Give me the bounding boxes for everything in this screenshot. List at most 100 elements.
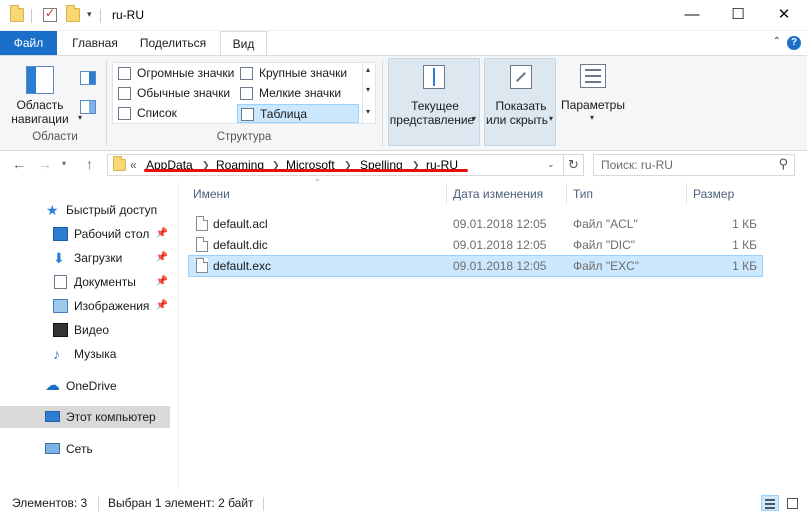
help-icon[interactable]: ?	[787, 36, 801, 50]
ribbon: Область навигации ▾ Области Огромные зна…	[0, 55, 807, 151]
tab-view[interactable]: Вид	[220, 31, 267, 56]
breadcrumb-ru-ru[interactable]: ru-RU	[426, 155, 458, 175]
address-bar[interactable]: « AppData ❯ Roaming ❯ Microsoft ❯ Spelli…	[107, 154, 564, 176]
column-divider[interactable]	[566, 183, 567, 205]
nav-network[interactable]: Сеть	[0, 438, 170, 460]
details-view-icon[interactable]	[761, 495, 779, 511]
folder-icon	[10, 5, 24, 22]
breadcrumb-chevron-icon[interactable]: ❯	[344, 155, 352, 175]
refresh-icon[interactable]: ↻	[564, 154, 584, 176]
nav-downloads[interactable]: ⬇ Загрузки 📌	[0, 247, 170, 269]
maximize-button[interactable]: ☐	[715, 0, 761, 31]
navigation-pane-button[interactable]: Область навигации ▾	[10, 62, 82, 130]
table-row[interactable]: default.dic 09.01.2018 12:05 Файл "DIC" …	[188, 234, 763, 256]
breadcrumb-microsoft[interactable]: Microsoft	[286, 155, 335, 175]
file-icon	[196, 237, 208, 252]
pin-icon[interactable]: 📌	[156, 247, 168, 269]
nav-pictures[interactable]: Изображения 📌	[0, 295, 170, 317]
nav-this-pc[interactable]: Этот компьютер	[0, 406, 170, 428]
layout-list[interactable]: Список	[115, 104, 235, 123]
current-view-label: представление	[389, 113, 475, 127]
pane-splitter[interactable]	[178, 181, 179, 491]
desktop-icon	[53, 227, 68, 241]
close-button[interactable]: ✕	[761, 0, 807, 31]
options-icon	[580, 64, 606, 88]
back-arrow-icon[interactable]: ←	[12, 156, 26, 172]
address-dropdown-icon[interactable]: ⌄	[547, 159, 555, 170]
list-icon	[118, 107, 131, 120]
collapse-ribbon-icon[interactable]: ⌃	[773, 36, 781, 47]
new-folder-icon[interactable]	[66, 5, 80, 22]
minimize-button[interactable]: —	[669, 0, 715, 31]
breadcrumb-chevron-icon[interactable]: ❯	[272, 155, 280, 175]
navigation-pane-icon	[26, 66, 54, 94]
chevron-down-icon[interactable]: ▾	[366, 85, 370, 94]
chevron-up-icon[interactable]: ▴	[366, 65, 370, 74]
layout-extra-large-icons[interactable]: Огромные значки	[115, 64, 235, 83]
tab-file[interactable]: Файл	[0, 31, 57, 55]
layout-small-icons[interactable]: Мелкие значки	[237, 84, 359, 103]
recent-locations-icon[interactable]: ▾	[62, 159, 66, 168]
file-date: 09.01.2018 12:05	[453, 238, 547, 252]
search-input[interactable]: Поиск: ru-RU	[601, 158, 673, 172]
search-icon[interactable]: ⚲	[778, 156, 788, 172]
tab-share[interactable]: Поделиться	[133, 31, 213, 55]
column-divider[interactable]	[686, 183, 687, 205]
selection-info: Выбран 1 элемент: 2 байт	[108, 496, 254, 510]
preview-pane-icon[interactable]	[80, 71, 96, 85]
layout-large-icons[interactable]: Крупные значки	[237, 64, 359, 83]
file-date: 09.01.2018 12:05	[453, 217, 547, 231]
table-row[interactable]: default.acl 09.01.2018 12:05 Файл "ACL" …	[188, 213, 763, 235]
breadcrumb-chevron-icon[interactable]: ❯	[412, 155, 420, 175]
customize-toolbar-icon[interactable]: ▾	[87, 9, 92, 20]
sort-ascending-icon: ⌃	[314, 178, 321, 187]
nav-onedrive[interactable]: ☁ OneDrive	[0, 375, 170, 397]
breadcrumb-roaming[interactable]: Roaming	[216, 155, 264, 175]
search-box[interactable]: Поиск: ru-RU ⚲	[593, 154, 795, 176]
column-header-name[interactable]: Имени	[193, 181, 230, 207]
column-header-size[interactable]: Размер	[693, 181, 734, 207]
nav-documents[interactable]: Документы 📌	[0, 271, 170, 293]
large-icons-view-icon[interactable]	[783, 495, 801, 511]
column-header-type[interactable]: Тип	[573, 181, 593, 207]
forward-arrow-icon[interactable]: →	[38, 156, 52, 172]
nav-quick-access[interactable]: ★ Быстрый доступ	[0, 199, 170, 221]
video-icon	[53, 323, 68, 337]
status-divider	[263, 497, 264, 511]
network-icon	[45, 443, 60, 454]
file-size: 1 КБ	[732, 238, 757, 252]
computer-icon	[45, 411, 60, 422]
toolbar-divider	[31, 9, 32, 23]
pin-icon[interactable]: 📌	[156, 271, 168, 293]
table-row[interactable]: default.exc 09.01.2018 12:05 Файл "EXC" …	[188, 255, 763, 277]
navigation-pane-label: Область	[16, 98, 64, 112]
properties-icon[interactable]	[43, 6, 57, 22]
nav-music[interactable]: ♪ Музыка	[0, 343, 170, 365]
annotation-underline	[144, 169, 468, 172]
chevron-down-icon: ▾	[590, 113, 595, 122]
more-icon[interactable]: ▾	[366, 107, 370, 116]
tab-home[interactable]: Главная	[61, 31, 129, 55]
column-header-date[interactable]: Дата изменения	[453, 181, 543, 207]
breadcrumb-overflow[interactable]: «	[130, 155, 137, 175]
layout-gallery: Огромные значки Крупные значки Обычные з…	[112, 62, 376, 124]
breadcrumb-chevron-icon[interactable]: ❯	[202, 155, 210, 175]
gallery-scroll[interactable]: ▴ ▾ ▾	[362, 63, 375, 123]
details-pane-icon[interactable]	[80, 100, 96, 114]
file-type: Файл "ACL"	[573, 217, 638, 231]
file-name: default.dic	[213, 238, 268, 252]
up-arrow-icon[interactable]: ↑	[86, 156, 93, 172]
layout-details[interactable]: Таблица	[237, 104, 359, 123]
layout-medium-icons[interactable]: Обычные значки	[115, 84, 235, 103]
pin-icon[interactable]: 📌	[156, 295, 168, 317]
current-view-button[interactable]: Текущее представление ▾	[388, 58, 480, 146]
nav-videos[interactable]: Видео	[0, 319, 170, 341]
chevron-down-icon: ▾	[78, 113, 83, 122]
show-hide-button[interactable]: Показать или скрыть ▾	[484, 58, 556, 146]
breadcrumb-spelling[interactable]: Spelling	[360, 155, 403, 175]
pin-icon[interactable]: 📌	[156, 223, 168, 245]
breadcrumb-appdata[interactable]: AppData	[146, 155, 193, 175]
nav-desktop[interactable]: Рабочий стол 📌	[0, 223, 170, 245]
column-divider[interactable]	[446, 183, 447, 205]
options-button[interactable]: Параметры ▾	[558, 58, 628, 146]
